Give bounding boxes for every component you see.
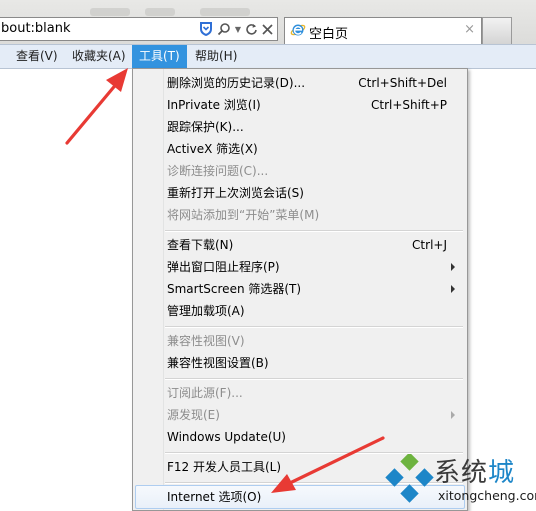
address-input[interactable]: bout:blank: [1, 21, 71, 36]
watermark-domain: xitongcheng.com: [438, 488, 536, 503]
menu-item-manage-addons[interactable]: 管理加载项(A): [135, 300, 465, 322]
blurred-text: [200, 8, 250, 16]
menu-item-compat-view-settings[interactable]: 兼容性视图设置(B): [135, 352, 465, 374]
watermark-brand-part2: 城: [488, 458, 516, 488]
watermark-brand-text: 系统城: [434, 452, 515, 489]
menu-item-label: 兼容性视图(V): [167, 334, 245, 348]
search-icon[interactable]: [217, 21, 231, 37]
watermark-logo: 系统城 xitongcheng.com: [384, 452, 536, 511]
stop-icon[interactable]: [262, 21, 273, 37]
submenu-arrow-icon: [451, 263, 455, 271]
menu-item-delete-history[interactable]: 删除浏览的历史记录(D)... Ctrl+Shift+Del: [135, 72, 465, 94]
tab-close-icon[interactable]: ×: [464, 22, 475, 37]
menu-item-shortcut: Ctrl+Shift+P: [371, 98, 447, 112]
blurred-text: [90, 8, 130, 16]
menu-item-inprivate[interactable]: InPrivate 浏览(I) Ctrl+Shift+P: [135, 94, 465, 116]
menu-item-label: 删除浏览的历史记录(D)...: [167, 76, 306, 90]
menu-item-smartscreen[interactable]: SmartScreen 筛选器(T): [135, 278, 465, 300]
menu-item-popup-blocker[interactable]: 弹出窗口阻止程序(P): [135, 256, 465, 278]
menu-item-label: InPrivate 浏览(I): [167, 98, 261, 112]
menu-item-reopen-session[interactable]: 重新打开上次浏览会话(S): [135, 182, 465, 204]
menu-item-label: 管理加载项(A): [167, 304, 245, 318]
menu-item-label: 重新打开上次浏览会话(S): [167, 186, 304, 200]
menu-separator: [165, 326, 463, 328]
menu-item-label: 弹出窗口阻止程序(P): [167, 260, 280, 274]
menu-item-label: 查看下载(N): [167, 238, 234, 252]
menu-item-label: SmartScreen 筛选器(T): [167, 282, 302, 296]
menu-item-compat-view: 兼容性视图(V): [135, 330, 465, 352]
submenu-arrow-icon: [451, 411, 455, 419]
menu-item-label: 诊断连接问题(C)...: [167, 164, 269, 178]
submenu-arrow-icon: [451, 285, 455, 293]
tab-title: 空白页: [309, 27, 349, 42]
watermark-brand-part1: 系统: [434, 458, 489, 488]
menu-item-tracking-protection[interactable]: 跟踪保护(K)...: [135, 116, 465, 138]
new-tab-button[interactable]: [482, 17, 512, 44]
menu-help[interactable]: 帮助(H): [188, 45, 244, 68]
menu-item-windows-update[interactable]: Windows Update(U): [135, 426, 465, 448]
menu-separator: [165, 230, 463, 232]
tools-dropdown-menu: 删除浏览的历史记录(D)... Ctrl+Shift+Del InPrivate…: [132, 68, 468, 511]
menu-item-label: 将网站添加到“开始”菜单(M): [167, 208, 320, 222]
menu-item-diagnose-connection: 诊断连接问题(C)...: [135, 160, 465, 182]
menu-tools[interactable]: 工具(T): [132, 45, 187, 68]
menu-item-label: 源发现(E): [167, 408, 220, 422]
menu-item-label: Internet 选项(O): [167, 490, 262, 504]
menu-item-activex-filter[interactable]: ActiveX 筛选(X): [135, 138, 465, 160]
watermark-diamond-icon: [385, 454, 434, 503]
menu-item-label: 兼容性视图设置(B): [167, 356, 269, 370]
ie-icon: [290, 22, 306, 38]
menu-item-label: F12 开发人员工具(L): [167, 460, 282, 474]
blurred-text: [145, 8, 175, 16]
menu-item-label: ActiveX 筛选(X): [167, 142, 258, 156]
dropdown-icon[interactable]: ▼: [235, 21, 241, 37]
menu-item-label: Windows Update(U): [167, 430, 286, 444]
menu-item-feed-discovery: 源发现(E): [135, 404, 465, 426]
annotation-arrow-to-tools-menu: [65, 68, 128, 145]
menu-separator: [165, 378, 463, 380]
menu-item-view-downloads[interactable]: 查看下载(N) Ctrl+J: [135, 234, 465, 256]
address-bar[interactable]: bout:blank ▼: [0, 17, 278, 41]
menu-favorites[interactable]: 收藏夹(A): [65, 45, 133, 68]
menu-item-label: 订阅此源(F)...: [167, 386, 243, 400]
menu-item-shortcut: Ctrl+J: [412, 238, 447, 252]
menu-view[interactable]: 查看(V): [9, 45, 65, 68]
menu-item-add-to-start: 将网站添加到“开始”菜单(M): [135, 204, 465, 226]
menu-item-label: 跟踪保护(K)...: [167, 120, 244, 134]
menu-item-shortcut: Ctrl+Shift+Del: [358, 76, 447, 90]
menu-bar: 查看(V) 收藏夹(A) 工具(T) 帮助(H): [0, 44, 536, 69]
refresh-icon[interactable]: [245, 21, 258, 37]
browser-tab[interactable]: 空白页 ×: [284, 17, 482, 44]
menu-item-subscribe-feed: 订阅此源(F)...: [135, 382, 465, 404]
shield-icon[interactable]: [199, 21, 213, 37]
